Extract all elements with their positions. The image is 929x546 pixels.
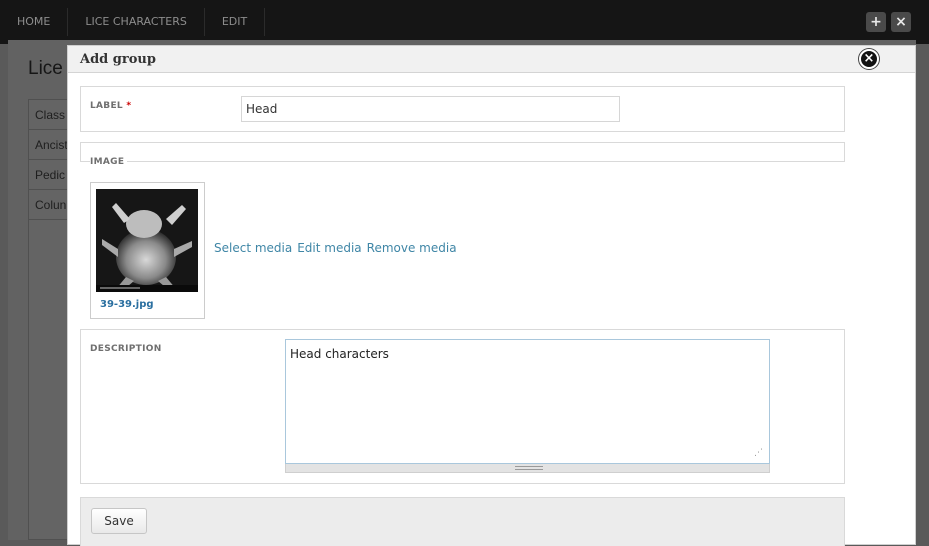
description-textarea[interactable]: Head characters ⋰ [285, 339, 770, 464]
required-marker: * [126, 101, 132, 111]
form-actions: Save [80, 497, 845, 546]
label-field-label: LABEL * [90, 101, 131, 111]
close-window-icon[interactable]: × [891, 12, 911, 32]
image-thumbnail-card[interactable]: 39-39.jpg [90, 182, 205, 319]
dialog-close-icon[interactable]: × [859, 49, 879, 69]
description-text: Head characters [290, 347, 389, 361]
save-button[interactable]: Save [91, 508, 147, 534]
label-field-label-text: LABEL [90, 101, 123, 111]
main-nav: HOME LICE CHARACTERS EDIT [0, 8, 266, 36]
label-input[interactable] [241, 96, 620, 122]
drag-grip-icon [515, 466, 543, 470]
edit-media-link[interactable]: Edit media [297, 241, 361, 255]
image-thumbnail[interactable] [96, 189, 198, 292]
add-group-dialog: Add group × LABEL * IMAGE [67, 45, 916, 546]
top-navigation-bar: HOME LICE CHARACTERS EDIT + × [0, 0, 929, 44]
nav-item-edit[interactable]: EDIT [205, 8, 266, 36]
dialog-title: Add group [80, 52, 156, 67]
nav-item-lice-characters[interactable]: LICE CHARACTERS [68, 8, 205, 36]
description-label: DESCRIPTION [90, 344, 162, 354]
media-links: Select media Edit media Remove media [214, 241, 457, 255]
select-media-link[interactable]: Select media [214, 241, 292, 255]
label-fieldset: LABEL * [80, 86, 845, 132]
nav-item-home[interactable]: HOME [0, 8, 69, 36]
add-icon[interactable]: + [866, 12, 886, 32]
louse-head-image [96, 189, 198, 292]
remove-media-link[interactable]: Remove media [367, 241, 457, 255]
dialog-header: Add group [68, 46, 915, 73]
textarea-resize-handle[interactable] [285, 464, 770, 473]
resize-grip-icon[interactable]: ⋰ [754, 448, 764, 458]
background-page-title: Lice [28, 58, 63, 79]
image-legend-bar: IMAGE [80, 142, 845, 167]
image-section-legend: IMAGE [90, 157, 128, 167]
image-filename[interactable]: 39-39.jpg [100, 299, 154, 310]
